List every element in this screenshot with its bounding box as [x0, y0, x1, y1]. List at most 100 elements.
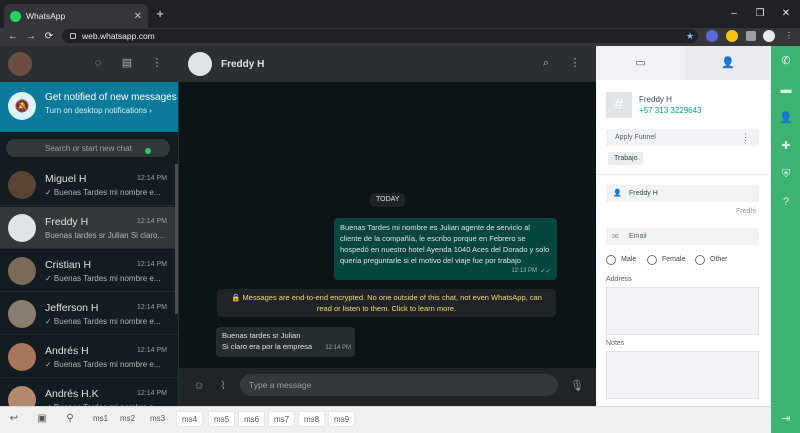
chat-list-item[interactable]: Jefferson H 12:14 PM ✓ Buenas Tardes mi no…: [0, 293, 178, 335]
chat-name: Miguel H: [45, 172, 87, 185]
chat-time: 12:14 PM: [137, 174, 167, 182]
chat-item-body: Jefferson H 12:14 PM ✓ Buenas Tardes mi no…: [45, 293, 178, 335]
quick-reply-button[interactable]: ms1: [88, 411, 113, 427]
microphone-icon[interactable]: 🎙: [570, 379, 584, 393]
tag-badge[interactable]: Trabajo: [608, 152, 644, 165]
chat-list-item[interactable]: Miguel H 12:14 PM ✓ Buenas Tardes mi nombr…: [0, 164, 178, 206]
nickname-text: Fredhi: [736, 208, 756, 215]
address-label: Address: [606, 276, 632, 283]
tab-assign-user[interactable]: 👤: [685, 46, 771, 80]
email-field[interactable]: Email: [606, 228, 759, 245]
extension-sidebar: [771, 46, 800, 433]
new-tab-button[interactable]: +: [152, 6, 168, 22]
minimize-button[interactable]: –: [726, 6, 742, 22]
apply-funnel-button[interactable]: Apply Funnel: [606, 129, 759, 146]
shield-icon[interactable]: ⛨: [778, 166, 794, 182]
puzzle-extensions-icon[interactable]: [746, 31, 756, 41]
attach-icon[interactable]: ⌇: [216, 379, 230, 393]
extension-icon[interactable]: [706, 30, 718, 42]
chat-menu-icon[interactable]: ⋮: [568, 56, 582, 70]
my-avatar[interactable]: [8, 52, 32, 76]
quick-reply-button[interactable]: ms9: [328, 411, 356, 427]
chat-name: Freddy H: [45, 215, 89, 228]
help-icon[interactable]: ?: [778, 194, 794, 210]
url-text: web.whatsapp.com: [82, 31, 155, 41]
label-other: Other: [710, 256, 728, 263]
browser-menu-icon[interactable]: ⋮: [783, 30, 795, 42]
crm-panel: ▭ 👤 # Freddy H +57 313 3229643 Apply Fun…: [596, 46, 771, 406]
label-male: Male: [621, 256, 637, 263]
radio-male[interactable]: [606, 255, 616, 265]
add-user-icon[interactable]: ✚: [778, 138, 794, 154]
address-textarea[interactable]: [606, 287, 759, 335]
new-chat-icon[interactable]: ▤: [120, 56, 134, 70]
quick-reply-button[interactable]: ms6: [238, 411, 266, 427]
chat-item-body: Freddy H 12:14 PM Buenas tardes sr Julian …: [45, 207, 178, 249]
chat-avatar: [8, 213, 36, 242]
divider: [596, 174, 771, 175]
pin-icon[interactable]: ⚲: [63, 412, 77, 426]
chat-time: 12:14 PM: [137, 346, 167, 354]
emoji-icon[interactable]: ☺: [192, 379, 206, 393]
name-field[interactable]: Freddy H: [606, 185, 759, 202]
forward-icon[interactable]: →: [24, 30, 38, 44]
chat-list-scrollbar[interactable]: [175, 164, 178, 314]
message-input[interactable]: Type a message: [240, 374, 558, 396]
profile-icon[interactable]: [763, 30, 775, 42]
close-window-button[interactable]: ✕: [778, 6, 794, 22]
url-input[interactable]: web.whatsapp.com: [62, 29, 698, 43]
chat-last-message: ✓ Buenas Tardes mi nombre e...: [45, 273, 161, 283]
chat-list-item[interactable]: Andrés H.K12:14 PM✓ Buenas Tardes mi nom…: [0, 379, 178, 406]
chat-bubble-icon[interactable]: ▬: [778, 82, 794, 98]
quick-reply-button[interactable]: ms2: [115, 411, 140, 427]
incoming-time: 12:14 PM: [325, 345, 351, 351]
notification-banner[interactable]: 🔕 Get notified of new messages Turn on d…: [0, 82, 178, 132]
status-icon[interactable]: ◌: [91, 56, 105, 70]
chat-list-item[interactable]: Andrés H 12:14 PM ✓ Buenas Tardes mi nombr…: [0, 336, 178, 378]
quick-reply-button[interactable]: ms8: [298, 411, 326, 427]
whatsapp-icon[interactable]: ✆: [778, 53, 794, 69]
bookmark-star-icon[interactable]: ★: [684, 30, 696, 42]
quick-reply-button[interactable]: ms4: [176, 411, 204, 427]
contacts-search-icon[interactable]: 👤: [778, 110, 794, 126]
chat-time: 12:14 PM: [137, 303, 167, 311]
chat-list-item[interactable]: Cristian H 12:14 PM ✓ Buenas Tardes mi nom…: [0, 250, 178, 292]
quick-reply-button[interactable]: ms7: [268, 411, 296, 427]
incoming-message[interactable]: Buenas tardes sr Julian Si claro era por…: [216, 327, 355, 357]
contact-card-icon: ▭: [635, 57, 646, 69]
notes-textarea[interactable]: [606, 351, 759, 399]
funnel-menu-icon[interactable]: ⋮: [741, 129, 750, 146]
encryption-notice[interactable]: 🔒 Messages are end-to-end encrypted. No …: [217, 289, 556, 317]
radio-other[interactable]: [695, 255, 705, 265]
date-divider: TODAY: [370, 193, 406, 207]
maximize-button[interactable]: ❐: [752, 6, 768, 22]
quick-reply-button[interactable]: ms3: [145, 411, 170, 427]
outgoing-message[interactable]: Buenas Tardes mi nombre es Julian agente…: [334, 218, 557, 280]
outgoing-time: 12:13 PM: [511, 268, 537, 274]
quick-reply-button[interactable]: ms5: [208, 411, 236, 427]
extension-smiley-icon[interactable]: [726, 30, 738, 42]
back-icon[interactable]: ←: [6, 30, 20, 44]
chat-time: 12:14 PM: [137, 260, 167, 268]
tab-contact-card[interactable]: ▭: [596, 46, 685, 80]
search-icon[interactable]: ⌕: [539, 56, 553, 70]
template-icon[interactable]: ▣: [35, 412, 49, 426]
radio-female[interactable]: [647, 255, 657, 265]
chat-last-message: ✓ Buenas Tardes mi nombre e...: [45, 187, 161, 197]
chat-avatar: [8, 385, 36, 406]
contact-avatar[interactable]: [188, 52, 212, 76]
contact-name[interactable]: Freddy H: [221, 59, 264, 70]
conversation-panel: Freddy H ⌕ ⋮ TODAY Buenas Tardes mi nomb…: [179, 46, 596, 406]
chat-list-item[interactable]: Freddy H 12:14 PM Buenas tardes sr Julian …: [0, 207, 178, 249]
browser-tab[interactable]: WhatsApp ✕: [4, 4, 148, 28]
exit-icon[interactable]: ⇥: [778, 411, 794, 427]
chat-item-body: Andrés H 12:14 PM ✓ Buenas Tardes mi nombr…: [45, 336, 178, 378]
chat-avatar: [8, 342, 36, 371]
notify-link[interactable]: Turn on desktop notifications ›: [45, 106, 152, 115]
menu-icon[interactable]: ⋮: [150, 56, 164, 70]
conversation-header[interactable]: Freddy H ⌕ ⋮: [179, 46, 596, 82]
chat-list: Miguel H 12:14 PM ✓ Buenas Tardes mi nombr…: [0, 164, 178, 406]
reload-icon[interactable]: ⟳: [42, 30, 56, 44]
reply-icon[interactable]: ↩: [7, 412, 21, 426]
tab-close-icon[interactable]: ✕: [134, 11, 142, 22]
